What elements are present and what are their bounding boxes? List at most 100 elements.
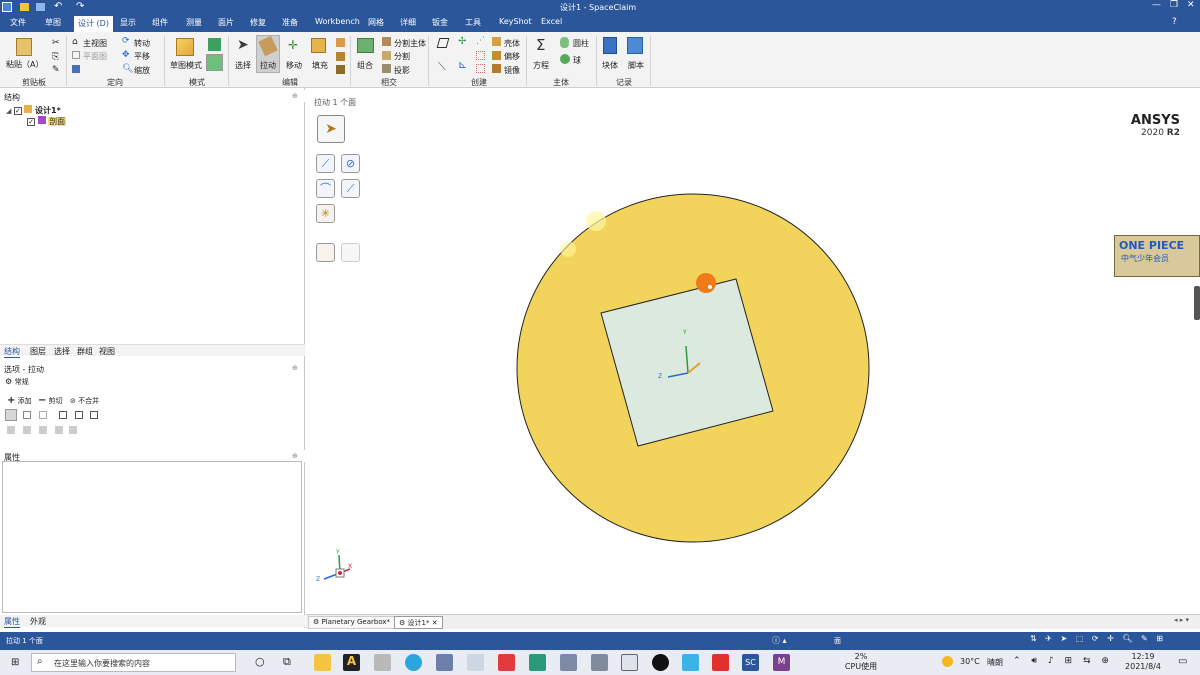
expand-icon[interactable]: ◢ [6,107,11,115]
home-icon[interactable]: ⌂ [72,37,78,47]
tab-excel[interactable]: Excel [541,17,562,26]
cortana-icon[interactable]: ○ [255,655,265,668]
sweep-icon[interactable] [75,411,83,419]
pull-option-add[interactable]: + 添加 [7,395,32,406]
feather-icon[interactable] [682,654,699,671]
checkbox-root[interactable]: ✓ [13,107,22,115]
fill-button[interactable]: 填充 [312,60,328,71]
tab-prepare[interactable]: 准备 [282,17,298,28]
pan-icon[interactable]: ✥ [122,50,130,60]
tab-layers[interactable]: 图层 [30,346,46,357]
pull-up-to-icon[interactable] [23,411,31,419]
notes-icon[interactable] [436,654,453,671]
tab-appearance[interactable]: 外观 [30,616,46,627]
pan-button[interactable]: 平移 [134,51,150,62]
weather-icon[interactable] [942,656,953,667]
spin-icon[interactable]: ⟳ [122,36,130,46]
minimize-icon[interactable]: — [1152,0,1161,10]
combine-button[interactable]: 组合 [357,60,373,71]
close-tab-icon[interactable]: ✕ [432,619,438,627]
axis-icon[interactable]: ✢ [458,36,466,47]
pattern-icon[interactable] [476,51,485,60]
tab-properties[interactable]: 属性 [4,616,20,628]
select-button[interactable]: 选择 [235,60,251,71]
script-icon[interactable] [627,37,643,54]
tray-icons[interactable]: ⌃ 🔊︎ ♪ ⊞ ⇆ ⊕ [1013,656,1113,666]
tab-scroll-arrows[interactable]: ◂ ▸ ▾ [1174,616,1189,624]
pull-option-no-merge[interactable]: ⊘ 不合并 [70,396,99,406]
cut-icon[interactable]: ✂ [52,38,60,48]
edge-icon[interactable] [405,654,422,671]
options-pin-icon[interactable]: ⊕ [292,364,298,372]
wps-icon[interactable] [712,654,729,671]
edit-extra-icon-1[interactable] [336,38,345,47]
direction-guide-icon[interactable]: ⟋ [316,154,335,173]
notification-icon[interactable]: ▭ [1178,656,1187,667]
save-icon[interactable] [36,3,45,11]
tree-item-section[interactable]: ✓ 剖面 [27,116,67,127]
paste-button[interactable]: 粘贴（A） [6,59,43,70]
shell-button[interactable]: 壳体 [504,38,520,49]
tab-structure[interactable]: 结构 [4,346,20,358]
task-view-icon[interactable]: ⧉ [283,655,291,669]
equation-icon[interactable]: Σ [536,36,545,54]
tree-item-root[interactable]: ◢ ✓ 设计1* [6,105,61,116]
project-icon[interactable] [382,64,391,73]
tab-measure[interactable]: 测量 [186,17,202,28]
doc-tab-design1[interactable]: ⚙ 设计1* ✕ [394,616,443,629]
cylinder-icon[interactable] [560,37,569,48]
select-icon[interactable]: ➤ [237,37,249,53]
app-a-icon[interactable]: A [343,654,360,671]
script-button[interactable]: 脚本 [628,60,644,71]
revolve-icon[interactable] [59,411,67,419]
sketch-mode-button[interactable]: 草图模式 [170,60,202,71]
measure-icon[interactable] [55,426,63,434]
block-button[interactable]: 块体 [602,60,618,71]
origin-icon[interactable]: ⊾ [458,58,467,71]
tab-keyshot[interactable]: KeyShot [499,17,532,26]
tab-detail[interactable]: 详细 [400,17,416,28]
complete-guide-icon[interactable] [316,243,335,262]
sphere-button[interactable]: 球 [573,55,581,66]
cylinder-button[interactable]: 圆柱 [573,38,589,49]
sketch-mode-icon[interactable] [176,38,194,56]
3d-viewport[interactable]: 拉动 1 个面 ANSYS 2020 R2 ➤ ⟋ ⊘ ⌒ ⟋ ✳ Y Z ON… [306,91,1200,613]
scroll-handle[interactable] [1194,286,1200,320]
open-icon[interactable] [20,3,29,11]
file-explorer-icon[interactable] [314,654,331,671]
workbench-icon[interactable] [374,654,391,671]
sphere-icon[interactable] [560,54,570,64]
tab-selection[interactable]: 选择 [54,346,70,357]
sweep-guide-icon[interactable]: ⌒ [316,179,335,198]
split-icon[interactable] [382,51,391,60]
tab-groups[interactable]: 群组 [77,346,93,357]
zoom-icon[interactable]: 🔍︎ [122,64,133,74]
copy-edge-icon[interactable] [23,426,31,434]
point-icon[interactable]: ⋰ [476,36,485,46]
equation-button[interactable]: 方程 [533,60,549,71]
pull-both-icon[interactable] [39,426,47,434]
view-cube-icon[interactable] [72,65,80,73]
split-button[interactable]: 分割 [394,51,410,62]
status-tool-icons[interactable]: ⇅ ✈ ➤ ⬚ ⟳ ✛ 🔍︎ ✎ ⊞ [1030,634,1166,643]
weather-temp[interactable]: 30°C [960,657,980,666]
clock[interactable]: 12:19 2021/8/4 [1120,652,1166,672]
3d-mode-icon[interactable] [206,54,223,71]
blend-icon[interactable] [7,426,15,434]
weather-desc[interactable]: 晴朗 [987,657,1003,668]
split-body-icon[interactable] [382,37,391,46]
draft-guide-icon[interactable]: ⟋ [341,179,360,198]
calculator-icon[interactable] [560,654,577,671]
green-app-icon[interactable] [529,654,546,671]
shell-icon[interactable] [492,37,501,46]
edit-extra-icon-3[interactable] [336,65,345,74]
spin-button[interactable]: 转动 [134,38,150,49]
tab-facets[interactable]: 面片 [218,17,234,28]
help-icon[interactable]: ? [1172,17,1177,27]
fill-icon[interactable] [311,38,326,53]
restore-icon[interactable]: ❐ [1170,0,1178,10]
close-icon[interactable]: ✕ [1187,0,1195,10]
record-icon[interactable] [652,654,669,671]
format-icon[interactable]: ✎ [52,65,60,75]
pull-handle-icon[interactable] [696,273,716,293]
